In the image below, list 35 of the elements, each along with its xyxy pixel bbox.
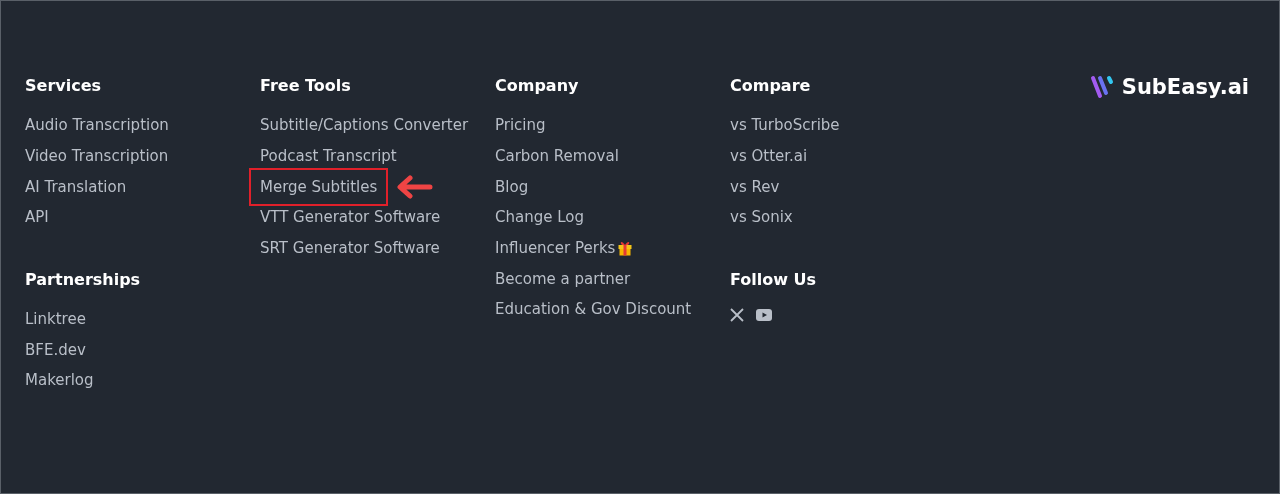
logo-icon <box>1089 75 1116 99</box>
section-heading: Compare <box>730 75 812 97</box>
brand-name: SubEasy.ai <box>1121 75 1249 99</box>
footer-link[interactable]: Video Transcription <box>25 146 169 167</box>
section-heading: Free Tools <box>260 75 352 97</box>
footer-link[interactable]: VTT Generator Software <box>260 207 441 228</box>
footer-link[interactable]: Carbon Removal <box>495 146 619 167</box>
footer-link[interactable]: Change Log <box>495 207 584 228</box>
footer-link[interactable]: Audio Transcription <box>25 115 169 136</box>
footer-link[interactable]: Linktree <box>25 309 86 330</box>
footer-link[interactable]: Education & Gov Discount <box>495 299 692 320</box>
section-heading: Company <box>495 75 580 97</box>
footer-link[interactable]: Become a partner <box>495 268 631 289</box>
x-logo-icon[interactable] <box>730 307 744 322</box>
arrow-icon <box>394 174 435 199</box>
gift-icon <box>617 240 634 257</box>
footer-link[interactable]: AI Translation <box>25 176 127 197</box>
footer-link[interactable]: Subtitle/Captions Converter <box>260 115 469 136</box>
footer-link[interactable]: BFE.dev <box>25 339 86 360</box>
footer-link[interactable]: Pricing <box>495 115 546 136</box>
footer-link[interactable]: Influencer Perks <box>495 238 634 259</box>
footer-link[interactable]: vs Otter.ai <box>730 146 808 167</box>
section-heading: Partnerships <box>25 268 142 291</box>
footer-link[interactable]: SRT Generator Software <box>260 238 440 259</box>
footer-link[interactable]: Podcast Transcript <box>260 146 397 167</box>
footer-link[interactable]: Merge Subtitles <box>260 176 378 197</box>
footer-link[interactable]: vs Rev <box>730 176 780 197</box>
footer-link[interactable]: Blog <box>495 176 529 197</box>
section-heading: Follow Us <box>730 268 818 291</box>
section-heading: Services <box>25 75 103 97</box>
footer-link[interactable]: vs TurboScribe <box>730 115 840 136</box>
footer-link[interactable]: API <box>25 207 49 228</box>
footer-link[interactable]: Makerlog <box>25 370 94 391</box>
play-button-icon[interactable] <box>756 307 772 322</box>
footer-link[interactable]: vs Sonix <box>730 207 793 228</box>
